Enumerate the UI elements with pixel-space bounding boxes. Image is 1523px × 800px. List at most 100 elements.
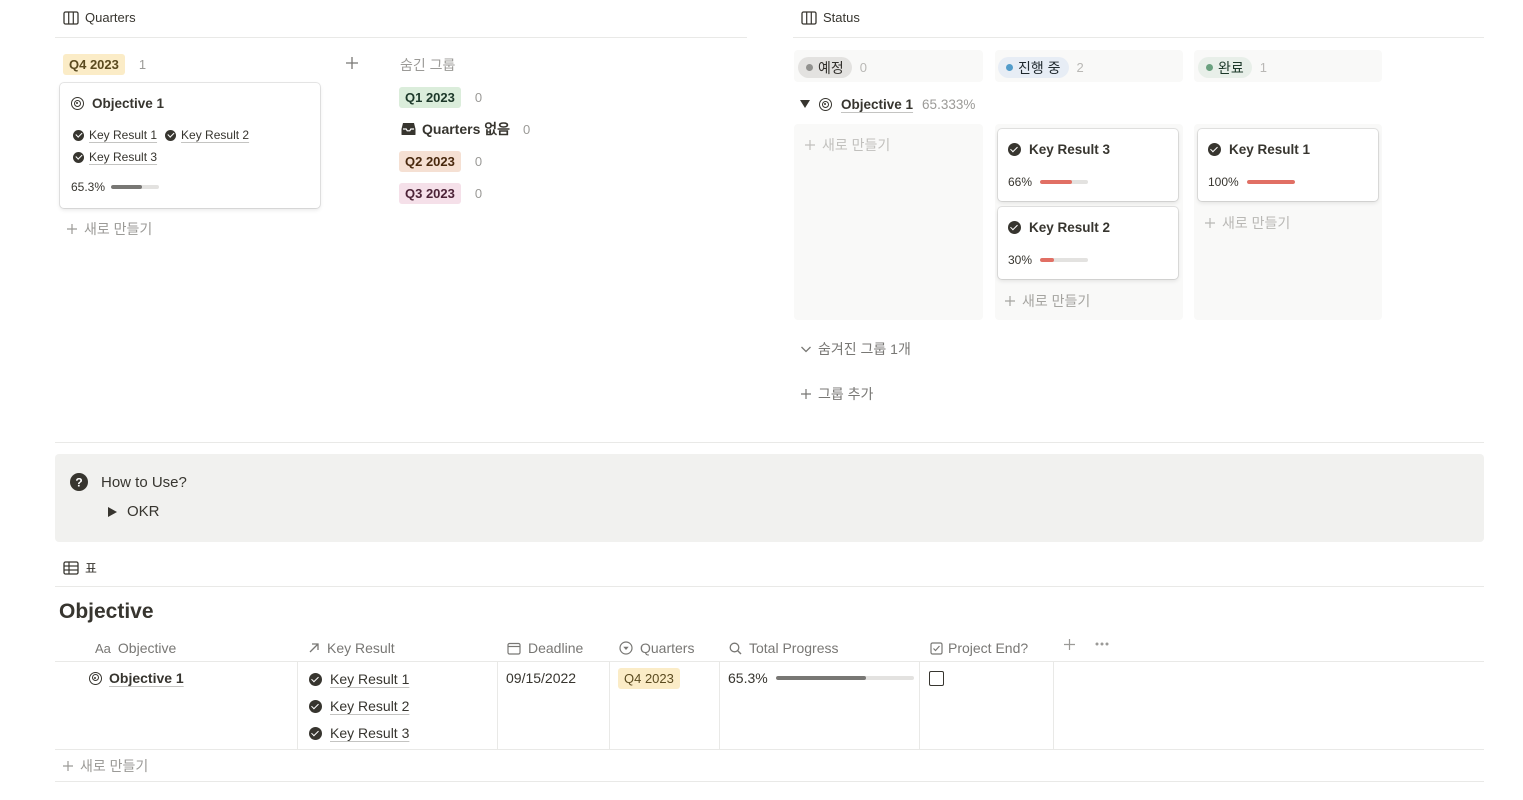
toggle-okr[interactable]: OKR [108,503,160,520]
table-view-tab[interactable]: 표 [63,558,97,577]
quarter-cell[interactable]: Q4 2023 [618,668,680,689]
new-item-button[interactable]: 새로 만들기 [66,219,152,239]
divider [55,37,747,38]
status-dot [806,64,813,71]
board-icon [801,10,817,25]
check-circle-icon [165,129,177,141]
new-item-button[interactable]: 새로 만들기 [804,135,890,155]
table-row[interactable]: Objective 1 [89,670,184,686]
progress-bar [1040,180,1089,184]
card-title: Objective 1 [92,96,165,111]
svg-text:?: ? [75,476,82,490]
table-icon [63,560,79,575]
target-icon [89,671,102,685]
column-divider [1053,661,1054,750]
column-divider [497,661,498,750]
divider [793,37,1484,38]
progress-bar [1246,180,1295,184]
column-divider [609,661,610,750]
relation-item[interactable]: Key Result 1 [309,671,409,687]
kr-card[interactable]: Key Result 2 30% [998,207,1178,279]
table-title: Objective [59,600,154,623]
deadline-cell[interactable]: 09/15/2022 [506,670,576,686]
check-circle-icon [309,672,322,686]
group-header-q4[interactable]: Q4 2023 1 [63,54,146,75]
check-circle-icon [309,726,322,740]
progress-bar [111,185,160,189]
column-header-deadline[interactable]: Deadline [507,636,583,660]
search-formula-icon [729,642,742,654]
relation-item[interactable]: Key Result 2 [309,698,409,714]
hidden-groups-title: 숨긴 그룹 [400,57,456,73]
arrow-relation-icon [309,643,319,653]
plus-icon [805,140,815,150]
new-row-button[interactable]: 새로 만들기 [62,756,148,776]
plus-icon [67,224,77,234]
toggle-triangle-icon [800,100,810,108]
relation-item[interactable]: Key Result 3 [309,725,409,741]
quarters-view-title: Quarters [85,10,136,25]
hidden-groups-toggle[interactable]: 숨겨진 그룹 1개 [800,339,911,359]
plus-icon[interactable] [345,56,359,70]
check-circle-icon [73,129,84,141]
column-header-objective[interactable]: Aa Objective [95,636,176,660]
plus-icon [1005,296,1015,306]
check-circle-icon [1008,143,1021,156]
relation-item[interactable]: Key Result 2 [165,128,249,142]
inbox-icon [401,123,416,135]
hidden-group-q2[interactable]: Q2 2023 0 [399,151,482,172]
board-icon [63,10,79,25]
divider [55,442,1484,443]
toggle-triangle-icon [108,506,117,517]
status-view-tab[interactable]: Status [801,10,860,25]
checkbox-icon [930,641,943,655]
column-header-project-end[interactable]: Project End? [930,636,1028,660]
column-header-total-progress[interactable]: Total Progress [729,636,838,660]
progress-bar [775,676,914,680]
subgroup-header-objective[interactable]: Objective 1 65.333% [800,97,975,112]
group-count: 1 [138,57,147,72]
project-end-checkbox[interactable] [929,671,944,686]
column-header-key-result[interactable]: Key Result [308,636,395,660]
q4-tag: Q4 2023 [618,668,680,689]
hidden-group-q3[interactable]: Q3 2023 0 [399,183,482,204]
kr-card[interactable]: Key Result 3 66% [998,129,1178,201]
new-item-button[interactable]: 새로 만들기 [1204,213,1290,233]
add-group-button[interactable]: 그룹 추가 [800,384,873,404]
status-pill-inprogress: 진행 중 [998,57,1069,78]
divider [55,749,1484,750]
status-view-title: Status [823,10,860,25]
plus-icon [1205,218,1215,228]
status-dot [1206,64,1213,71]
status-pill-done: 완료 [1198,57,1252,78]
hidden-group-no-quarters[interactable]: Quarters 없음 0 [401,119,530,139]
quarters-view-tab[interactable]: Quarters [63,10,136,25]
status-pill-planned: 예정 [798,57,852,78]
target-icon [819,98,832,111]
callout-block: ? How to Use? OKR [55,454,1484,542]
plus-icon [63,761,73,771]
new-item-button[interactable]: 새로 만들기 [1004,291,1090,311]
check-circle-icon [1008,221,1021,234]
question-icon: ? [70,473,88,491]
plus-icon [801,389,811,399]
target-icon [71,97,84,110]
hidden-group-q1[interactable]: Q1 2023 0 [399,87,482,108]
kr-card[interactable]: Key Result 1 100% [1198,129,1378,201]
check-circle-icon [1208,143,1221,156]
plus-icon[interactable] [1063,638,1076,651]
objective-card[interactable]: Objective 1 Key Result 1 Key Result 2 Ke… [60,83,320,208]
text-type-icon: Aa [95,640,111,656]
column-divider [297,661,298,750]
relation-item[interactable]: Key Result 1 [73,128,157,142]
check-circle-icon [309,699,322,713]
divider [55,781,1484,782]
progress-cell[interactable]: 65.3% [728,670,914,686]
more-icon[interactable] [1095,641,1109,647]
check-circle-icon [73,151,84,163]
column-divider [919,661,920,750]
column-header-quarters[interactable]: Quarters [619,636,694,660]
select-icon [619,641,633,655]
q4-tag: Q4 2023 [63,54,125,75]
relation-item[interactable]: Key Result 3 [73,150,157,164]
